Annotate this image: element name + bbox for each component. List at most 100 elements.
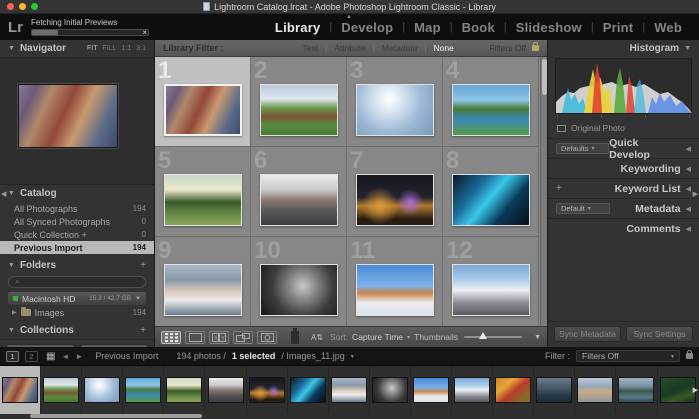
histogram-header[interactable]: Histogram ▼ [548, 40, 699, 57]
grid-cell[interactable]: 5 [155, 147, 251, 237]
photo-thumbnail-bw-portrait[interactable] [260, 264, 338, 316]
add-keyword-button[interactable]: + [556, 183, 562, 194]
filmstrip-cell[interactable] [616, 366, 657, 414]
section-expand-arrow-icon[interactable]: ◀ [686, 145, 691, 153]
catalog-item[interactable]: Previous Import194 [0, 241, 154, 254]
module-tab-print[interactable]: Print [594, 20, 643, 35]
filter-preset-value[interactable]: Filters Off [489, 43, 526, 53]
volume-disclosure-icon[interactable]: ▼ [135, 296, 141, 302]
module-tab-web[interactable]: Web [645, 20, 691, 35]
filmstrip-cell[interactable] [247, 366, 288, 414]
next-photo-arrow-icon[interactable]: ► [75, 352, 83, 361]
section-expand-arrow-icon[interactable]: ◀ [686, 185, 691, 193]
grid-cell[interactable]: 7 [347, 147, 443, 237]
grid-cell[interactable]: 11 [347, 237, 443, 326]
module-tab-book[interactable]: Book [453, 20, 504, 35]
navigator-preview-image[interactable] [18, 84, 118, 148]
catalog-item[interactable]: All Photographs194 [0, 202, 154, 215]
section-expand-arrow-icon[interactable]: ◀ [686, 165, 691, 173]
photo-thumbnail-blue-abstract[interactable] [452, 174, 530, 226]
grid-cell[interactable]: 12 [443, 237, 539, 326]
histogram-display[interactable] [555, 58, 692, 114]
folder-item[interactable]: ▶Images194 [0, 306, 154, 319]
filmstrip-cell[interactable] [575, 366, 616, 414]
panel-section-quick-develop[interactable]: Defaults▾Quick Develop◀ [548, 138, 699, 158]
collapse-top-panel-arrow-icon[interactable]: ▲ [346, 14, 352, 20]
photo-thumbnail-rail-yard[interactable] [260, 174, 338, 226]
navigator-zoom-fit[interactable]: FIT [87, 45, 98, 52]
disclosure-triangle-icon[interactable]: ▶ [12, 309, 17, 316]
filmstrip-cell[interactable] [370, 366, 411, 414]
filmstrip-cell[interactable] [205, 366, 246, 414]
photo-thumbnail-fantasy-art[interactable] [164, 84, 242, 136]
module-tab-slideshow[interactable]: Slideshow [507, 20, 591, 35]
filmstrip-cell[interactable] [82, 366, 123, 414]
toolbar-options-caret-icon[interactable]: ▼ [534, 334, 541, 341]
grid-cell[interactable]: 1 [155, 57, 251, 147]
folder-search-input[interactable]: ⌕ [8, 276, 146, 288]
filmstrip-thumbnail-foggy-peaks[interactable] [331, 377, 367, 403]
filmstrip-thumbnail-autumn-figure[interactable] [495, 377, 531, 403]
filmstrip-cell[interactable] [411, 366, 452, 414]
filmstrip-thumbnail-tiger-snow[interactable] [413, 377, 449, 403]
filmstrip-thumbnail-city-night[interactable] [249, 377, 285, 403]
add-folder-button[interactable]: + [140, 260, 146, 271]
collapse-left-panel-arrow-icon[interactable]: ◀ [1, 190, 6, 198]
filmstrip-cell[interactable] [288, 366, 329, 414]
section-preset-dropdown[interactable]: Default▾ [556, 203, 610, 214]
volume-bar[interactable]: Macintosh HD 15.3 / 42.7 GB ▼ [8, 292, 146, 305]
grid-scrollbar[interactable] [540, 57, 547, 326]
sync-metadata-button[interactable]: Sync Metadata [554, 326, 621, 342]
loupe-view-icon[interactable] [185, 331, 205, 344]
navigator-header[interactable]: ▼ Navigator FITFILL1:13:1 [0, 40, 154, 57]
grid-mode-icon[interactable]: ▦ [46, 351, 55, 362]
filmstrip-cell[interactable] [0, 366, 41, 414]
filmstrip-thumbnail-blue-abstract[interactable] [290, 377, 326, 403]
catalog-header[interactable]: ▼ Catalog [0, 185, 154, 202]
filter-lock-icon[interactable] [532, 45, 539, 51]
filmstrip-thumbnail-blossom-sky[interactable] [84, 377, 120, 403]
grid-cell[interactable]: 3 [347, 57, 443, 147]
panel-section-comments[interactable]: Comments◀ [548, 218, 699, 238]
section-expand-arrow-icon[interactable]: ◀ [686, 225, 691, 233]
sort-value-dropdown[interactable]: Capture Time [352, 332, 403, 342]
compare-view-icon[interactable]: XY [209, 331, 229, 344]
catalog-item[interactable]: Quick Collection +0 [0, 228, 154, 241]
filmstrip-cell[interactable] [123, 366, 164, 414]
filmstrip-cell[interactable] [452, 366, 493, 414]
photo-thumbnail-foggy-peaks[interactable] [164, 264, 242, 316]
source-caret-icon[interactable]: ▾ [351, 353, 354, 360]
sort-direction-icon[interactable]: A⇅ [311, 333, 323, 342]
filmstrip-cell[interactable] [534, 366, 575, 414]
filmstrip-thumbnail-coastline[interactable] [577, 377, 613, 403]
catalog-item[interactable]: All Synced Photographs0 [0, 215, 154, 228]
section-preset-dropdown[interactable]: Defaults▾ [556, 143, 609, 154]
grid-view-icon[interactable] [161, 331, 181, 344]
photo-thumbnail-snow-mountains[interactable] [452, 264, 530, 316]
section-expand-arrow-icon[interactable]: ◀ [686, 205, 691, 213]
folders-header[interactable]: ▼ Folders + [0, 257, 154, 274]
module-tab-library[interactable]: Library [266, 20, 329, 35]
navigator-zoom-1-1[interactable]: 1:1 [122, 45, 132, 52]
panel-section-keywording[interactable]: Keywording◀ [548, 158, 699, 178]
grid-cell[interactable]: 2 [251, 57, 347, 147]
module-tab-map[interactable]: Map [405, 20, 450, 35]
previous-photo-arrow-icon[interactable]: ◄ [61, 352, 69, 361]
filmstrip-thumbnail-rail-yard[interactable] [208, 377, 244, 403]
photo-thumbnail-city-night[interactable] [356, 174, 434, 226]
grid-cell[interactable]: 8 [443, 147, 539, 237]
photo-thumbnail-barn-meadow[interactable] [260, 84, 338, 136]
module-tab-develop[interactable]: Develop [332, 20, 402, 35]
expand-right-panel-arrow-icon[interactable]: ▶ [693, 190, 698, 198]
photo-thumbnail-blossom-sky[interactable] [356, 84, 434, 136]
filmstrip-thumbnail-forest[interactable] [660, 377, 696, 403]
filmstrip-cell[interactable] [493, 366, 534, 414]
grid-cell[interactable]: 10 [251, 237, 347, 326]
photo-thumbnail-misty-tree[interactable] [164, 174, 242, 226]
filmstrip-cell[interactable] [329, 366, 370, 414]
filmstrip-thumbnail-snow-mountains[interactable] [454, 377, 490, 403]
grid-cell[interactable]: 9 [155, 237, 251, 326]
filter-tab-attribute[interactable]: Attribute [327, 43, 373, 53]
filmstrip-filter-lock-icon[interactable] [686, 353, 693, 359]
filmstrip-cell[interactable] [164, 366, 205, 414]
